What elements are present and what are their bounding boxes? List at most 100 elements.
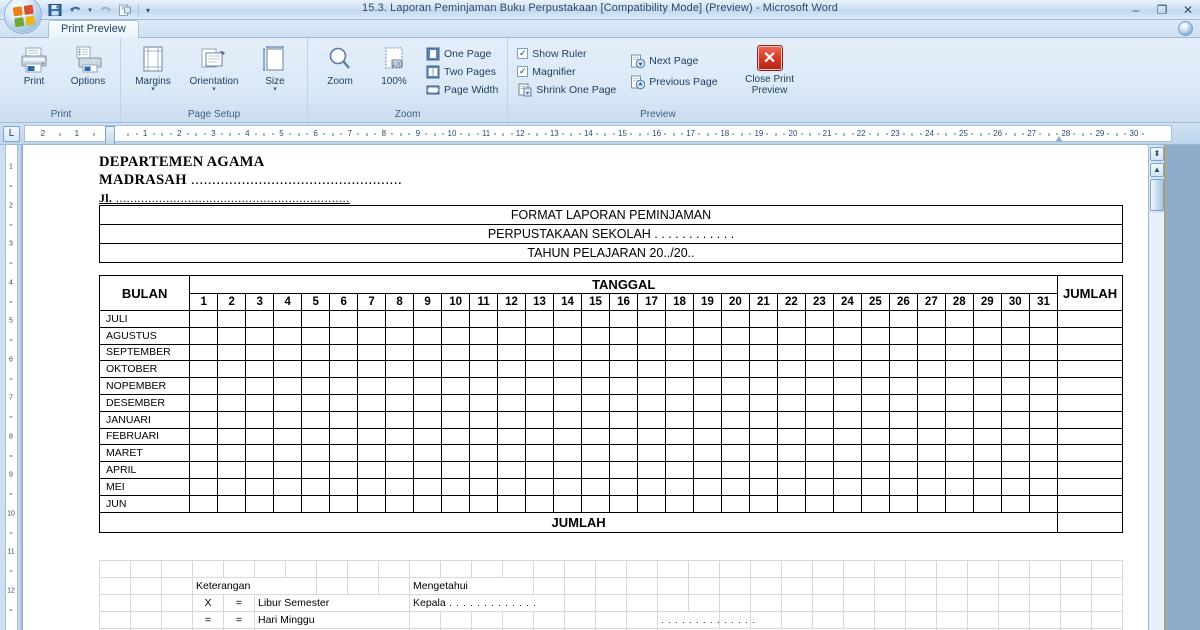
day-cell[interactable] (804, 494, 834, 513)
day-cell[interactable] (776, 494, 806, 513)
day-cell[interactable] (804, 444, 834, 463)
day-cell[interactable] (329, 477, 359, 496)
restore-button[interactable]: ❐ (1154, 3, 1170, 17)
row-total-cell[interactable] (1057, 343, 1123, 362)
row-total-cell[interactable] (1057, 427, 1123, 446)
day-cell[interactable] (888, 343, 918, 362)
day-cell[interactable] (720, 461, 750, 479)
day-cell[interactable] (664, 360, 694, 379)
day-cell[interactable] (1028, 461, 1059, 479)
day-cell[interactable] (217, 360, 247, 379)
day-cell[interactable] (385, 427, 415, 446)
day-cell[interactable] (497, 461, 527, 479)
scrollbar-track[interactable] (1150, 213, 1164, 630)
day-cell[interactable] (609, 343, 638, 362)
day-cell[interactable] (804, 427, 834, 446)
day-cell[interactable] (972, 326, 1002, 345)
day-cell[interactable] (469, 393, 499, 412)
day-cell[interactable] (636, 326, 666, 345)
day-cell[interactable] (748, 377, 778, 395)
show-ruler-checkbox[interactable]: ✓ Show Ruler (514, 45, 619, 62)
day-cell[interactable] (804, 360, 834, 379)
day-cell[interactable] (469, 310, 499, 328)
day-cell[interactable] (385, 393, 415, 412)
row-total-cell[interactable] (1057, 310, 1123, 328)
day-cell[interactable] (832, 326, 862, 345)
day-cell[interactable] (720, 477, 750, 496)
day-cell[interactable] (609, 410, 638, 429)
day-cell[interactable] (804, 410, 834, 429)
day-cell[interactable] (1000, 410, 1030, 429)
day-cell[interactable] (273, 393, 303, 412)
day-cell[interactable] (832, 393, 862, 412)
day-cell[interactable] (1000, 377, 1030, 395)
table-row[interactable]: APRIL (98, 461, 1123, 479)
day-cell[interactable] (525, 444, 555, 463)
day-cell[interactable] (245, 326, 275, 345)
day-cell[interactable] (497, 343, 527, 362)
page-width-button[interactable]: Page Width (422, 81, 501, 98)
day-cell[interactable] (1000, 461, 1030, 479)
table-row[interactable]: AGUSTUS (98, 326, 1123, 345)
day-cell[interactable] (441, 477, 471, 496)
day-cell[interactable] (1028, 360, 1059, 379)
row-total-cell[interactable] (1057, 477, 1123, 496)
day-cell[interactable] (301, 393, 331, 412)
day-cell[interactable] (776, 410, 806, 429)
day-cell[interactable] (1028, 494, 1059, 513)
day-cell[interactable] (832, 494, 862, 513)
day-cell[interactable] (469, 494, 499, 513)
day-cell[interactable] (497, 477, 527, 496)
day-cell[interactable] (916, 310, 946, 328)
day-cell[interactable] (189, 377, 219, 395)
day-cell[interactable] (636, 377, 666, 395)
margins-caret-icon[interactable]: ▾ (151, 86, 155, 93)
day-cell[interactable] (636, 343, 666, 362)
day-cell[interactable] (441, 343, 471, 362)
day-cell[interactable] (832, 461, 862, 479)
day-cell[interactable] (273, 310, 303, 328)
day-cell[interactable] (776, 393, 806, 412)
day-cell[interactable] (245, 410, 275, 429)
day-cell[interactable] (692, 461, 722, 479)
day-cell[interactable] (273, 494, 303, 513)
day-cell[interactable] (972, 477, 1002, 496)
day-cell[interactable] (217, 393, 247, 412)
day-cell[interactable] (748, 360, 778, 379)
day-cell[interactable] (553, 326, 583, 345)
day-cell[interactable] (217, 494, 247, 513)
day-cell[interactable] (916, 410, 946, 429)
day-cell[interactable] (692, 377, 722, 395)
day-cell[interactable] (329, 444, 359, 463)
day-cell[interactable] (581, 477, 610, 496)
day-cell[interactable] (329, 494, 359, 513)
day-cell[interactable] (245, 393, 275, 412)
day-cell[interactable] (217, 377, 247, 395)
day-cell[interactable] (581, 360, 610, 379)
day-cell[interactable] (245, 461, 275, 479)
day-cell[interactable] (329, 393, 359, 412)
day-cell[interactable] (1028, 477, 1059, 496)
day-cell[interactable] (553, 343, 583, 362)
day-cell[interactable] (860, 377, 890, 395)
day-cell[interactable] (497, 393, 527, 412)
one-page-button[interactable]: One Page (422, 45, 501, 62)
day-cell[interactable] (441, 494, 471, 513)
day-cell[interactable] (860, 494, 890, 513)
day-cell[interactable] (664, 343, 694, 362)
day-cell[interactable] (329, 360, 359, 379)
right-indent-marker[interactable] (1055, 127, 1064, 142)
day-cell[interactable] (301, 360, 331, 379)
day-cell[interactable] (245, 444, 275, 463)
size-button[interactable]: Size ▾ (249, 41, 301, 93)
day-cell[interactable] (888, 360, 918, 379)
day-cell[interactable] (385, 494, 415, 513)
day-cell[interactable] (832, 410, 862, 429)
day-cell[interactable] (664, 410, 694, 429)
day-cell[interactable] (804, 393, 834, 412)
print-button[interactable]: Print (8, 41, 60, 87)
day-cell[interactable] (944, 377, 974, 395)
day-cell[interactable] (189, 461, 219, 479)
day-cell[interactable] (469, 461, 499, 479)
day-cell[interactable] (720, 494, 750, 513)
